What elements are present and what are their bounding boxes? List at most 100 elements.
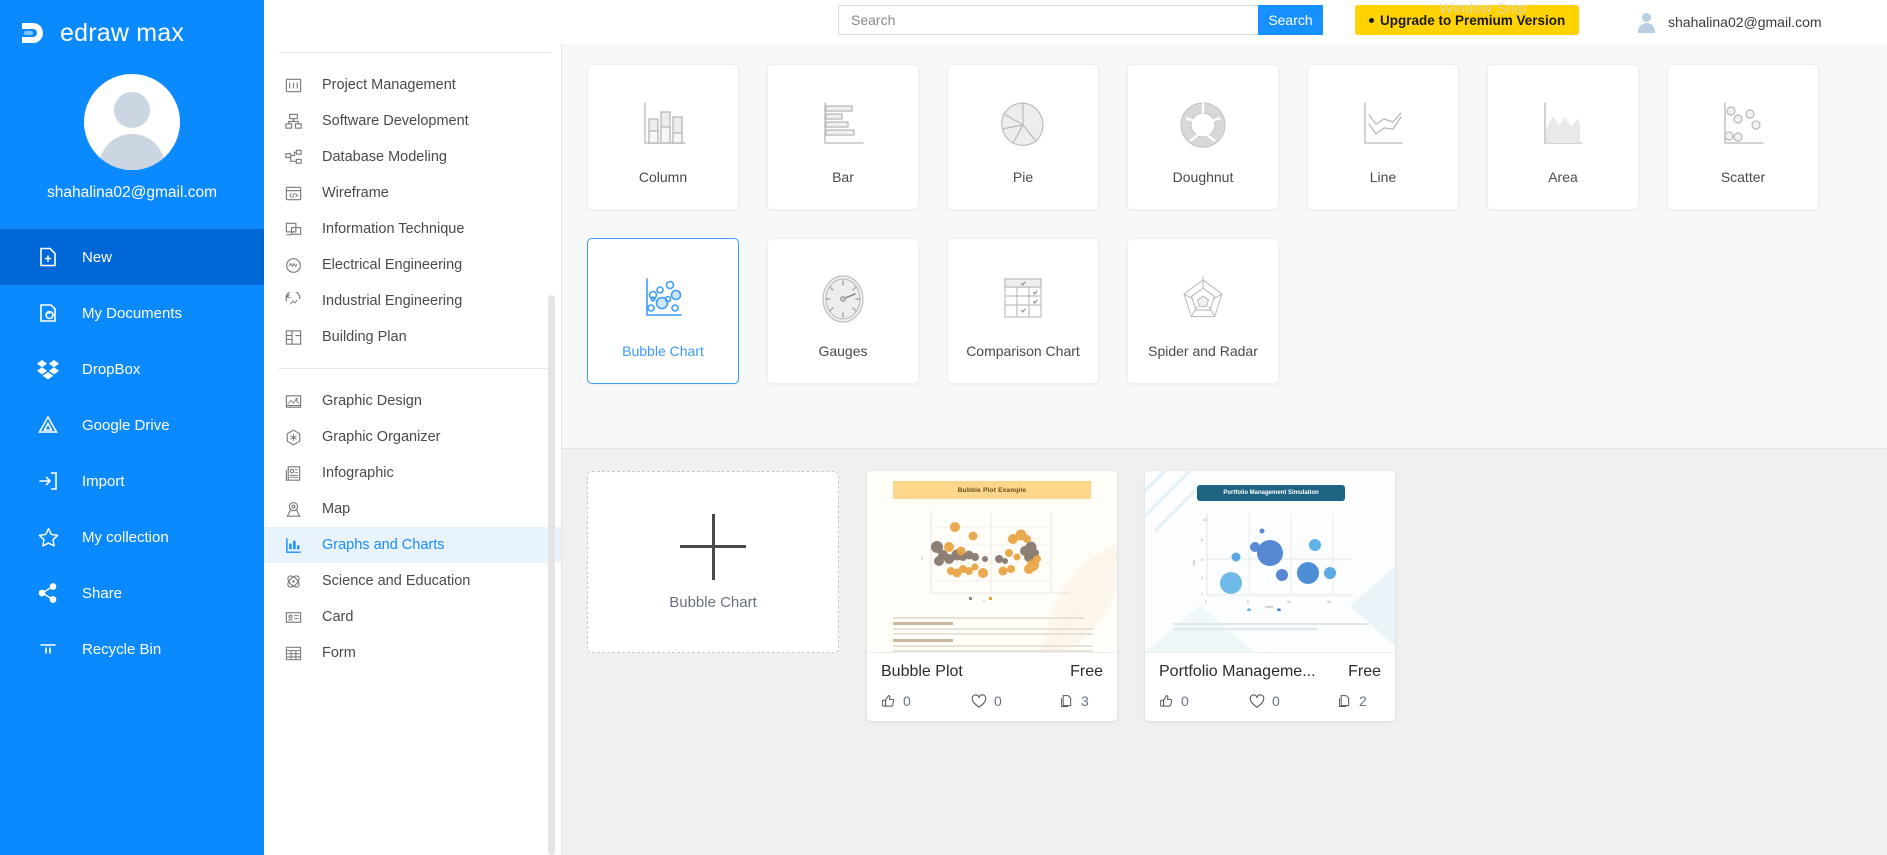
- template-like-stat[interactable]: 0: [881, 693, 971, 709]
- svg-text:0: 0: [1205, 600, 1207, 604]
- create-new-label: Bubble Chart: [669, 593, 757, 611]
- dropbox-icon: [36, 357, 60, 381]
- chart-type-gauges[interactable]: Gauges: [767, 238, 919, 384]
- chart-type-pie[interactable]: Pie: [947, 64, 1099, 210]
- template-thumb-body-lines: [1173, 623, 1369, 633]
- search-button[interactable]: Search: [1258, 5, 1323, 35]
- share-icon: [36, 581, 60, 605]
- sidebar-item-label: My Documents: [82, 304, 183, 322]
- template-favorite-stat[interactable]: 0: [971, 693, 1059, 709]
- template-like-stat[interactable]: 0: [1159, 693, 1249, 709]
- category-item-card[interactable]: Card: [264, 599, 561, 635]
- template-title-row: Bubble Plot Free: [881, 663, 1103, 681]
- category-item-label: Map: [322, 501, 351, 517]
- edraw-logo-icon: [16, 18, 50, 48]
- sidebar-item-google-drive[interactable]: Google Drive: [0, 397, 264, 453]
- chart-type-label: Bubble Chart: [622, 343, 704, 359]
- sidebar-item-my-documents[interactable]: My Documents: [0, 285, 264, 341]
- upgrade-to-premium-button[interactable]: Upgrade to Premium Version: [1355, 5, 1580, 35]
- import-icon: [36, 469, 60, 493]
- upgrade-label: Upgrade to Premium Version: [1380, 12, 1566, 28]
- category-item-label: Information Technique: [322, 221, 465, 237]
- svg-text:6: 6: [1201, 558, 1203, 562]
- category-item-building-plan[interactable]: Building Plan: [264, 319, 561, 355]
- chart-type-line[interactable]: Line: [1307, 64, 1459, 210]
- area-chart-icon: [1535, 89, 1591, 161]
- plus-icon: [680, 513, 746, 580]
- category-scrollbar[interactable]: [548, 295, 555, 855]
- software-development-icon: [282, 110, 304, 132]
- category-item-information-technique[interactable]: Information Technique: [264, 211, 561, 247]
- chart-type-bubble-chart[interactable]: Bubble Chart: [587, 238, 739, 384]
- electrical-engineering-icon: [282, 254, 304, 276]
- category-item-software-development[interactable]: Software Development: [264, 103, 561, 139]
- svg-text:x: x: [983, 598, 985, 603]
- sidebar-item-my-collection[interactable]: My collection: [0, 509, 264, 565]
- template-stats-row: 0 0: [881, 693, 1103, 709]
- search-input[interactable]: [838, 5, 1258, 35]
- category-item-label: Card: [322, 609, 354, 625]
- chart-type-area[interactable]: Area: [1487, 64, 1639, 210]
- chart-type-label: Doughnut: [1172, 169, 1234, 185]
- template-copies-stat[interactable]: 3: [1059, 693, 1089, 709]
- comparison-chart-icon: [996, 263, 1050, 335]
- sidebar-item-label: My collection: [82, 528, 169, 546]
- category-item-map[interactable]: Map: [264, 491, 561, 527]
- sidebar-item-new[interactable]: New: [0, 229, 264, 285]
- thumbs-up-icon: [1160, 694, 1173, 707]
- chart-type-bar[interactable]: Bar: [767, 64, 919, 210]
- sidebar-item-recycle-bin[interactable]: Recycle Bin: [0, 621, 264, 677]
- chart-type-comparison-chart[interactable]: Comparison Chart: [947, 238, 1099, 384]
- chart-type-label: Spider and Radar: [1148, 343, 1258, 359]
- sidebar-item-label: DropBox: [82, 360, 141, 378]
- category-item-project-management[interactable]: Project Management: [264, 67, 561, 103]
- template-price: Free: [1348, 663, 1381, 680]
- category-item-graphs-and-charts[interactable]: Graphs and Charts: [264, 527, 561, 563]
- bar-chart-icon: [282, 534, 304, 556]
- category-item-graphic-design[interactable]: Graphic Design: [264, 383, 561, 419]
- chart-type-label: Line: [1369, 169, 1397, 185]
- sidebar-item-share[interactable]: Share: [0, 565, 264, 621]
- sidebar-item-dropbox[interactable]: DropBox: [0, 341, 264, 397]
- svg-text:10: 10: [1287, 600, 1291, 604]
- svg-text:value: value: [1265, 605, 1273, 609]
- chart-type-spider-and-radar[interactable]: Spider and Radar: [1127, 238, 1279, 384]
- avatar-body: [1637, 23, 1655, 33]
- chart-type-label: Comparison Chart: [966, 343, 1080, 359]
- category-item-science-and-education[interactable]: Science and Education: [264, 563, 561, 599]
- chart-type-doughnut[interactable]: Doughnut: [1127, 64, 1279, 210]
- sidebar-item-import[interactable]: Import: [0, 453, 264, 509]
- grid-table-icon: [282, 642, 304, 664]
- template-copies-stat[interactable]: 2: [1337, 693, 1367, 709]
- search-bar: Search: [838, 5, 1323, 35]
- template-card[interactable]: Bubble Plot Example y x Bubble Plot Free…: [867, 471, 1117, 721]
- category-item-infographic[interactable]: Infographic: [264, 455, 561, 491]
- template-info: Portfolio Manageme... Free 0 0 2: [1145, 653, 1395, 721]
- avatar: [84, 74, 180, 170]
- new-document-icon: [36, 245, 60, 269]
- category-item-graphic-organizer[interactable]: Graphic Organizer: [264, 419, 561, 455]
- svg-text:5: 5: [1247, 600, 1249, 604]
- template-card[interactable]: Portfolio Management Simulation 10 8 6 4…: [1145, 471, 1395, 721]
- template-favorite-stat[interactable]: 0: [1249, 693, 1337, 709]
- chart-type-column[interactable]: Column: [587, 64, 739, 210]
- category-item-label: Science and Education: [322, 573, 471, 589]
- category-item-industrial-engineering[interactable]: Industrial Engineering: [264, 283, 561, 319]
- category-item-database-modeling[interactable]: Database Modeling: [264, 139, 561, 175]
- category-item-label: Building Plan: [322, 329, 407, 345]
- category-item-label: Wireframe: [322, 185, 389, 201]
- project-management-icon: [282, 74, 304, 96]
- template-title-row: Portfolio Manageme... Free: [1159, 663, 1381, 681]
- svg-text:10: 10: [1203, 518, 1207, 522]
- create-new-bubble-chart-card[interactable]: Bubble Chart: [587, 471, 839, 653]
- app-root: edraw max shahalina02@gmail.com New My D…: [0, 0, 1887, 855]
- chart-type-scatter[interactable]: Scatter: [1667, 64, 1819, 210]
- chart-type-label: Scatter: [1720, 169, 1766, 185]
- header-user-account[interactable]: shahalina02@gmail.com: [1635, 0, 1822, 44]
- chart-types-section: Column Bar Pie Doughnut Line Area Scatte…: [562, 44, 1887, 449]
- category-item-electrical-engineering[interactable]: Electrical Engineering: [264, 247, 561, 283]
- category-group-one: Project Management Software Development: [264, 53, 561, 368]
- category-item-form[interactable]: Form: [264, 635, 561, 671]
- template-favorite-count: 0: [994, 693, 1002, 709]
- category-item-wireframe[interactable]: Wireframe: [264, 175, 561, 211]
